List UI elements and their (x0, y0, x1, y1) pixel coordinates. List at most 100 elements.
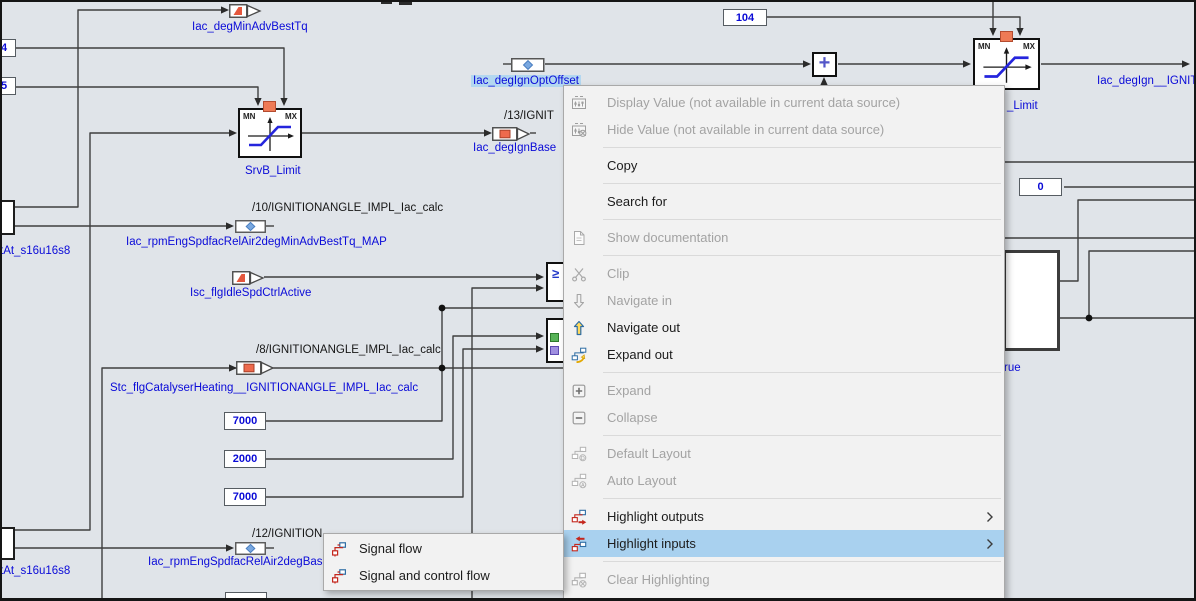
menu-separator (603, 183, 1001, 184)
menu-item-hide-value-not-available-in-current-data-source: Hide Value (not available in current dat… (564, 116, 1004, 143)
switch-true-port-icon (550, 333, 559, 342)
menu-item-highlight-inputs[interactable]: Highlight inputs (564, 530, 1004, 557)
menu-item-navigate-out[interactable]: Navigate out (564, 314, 1004, 341)
map-call-marker-10[interactable] (235, 220, 266, 233)
menu-item-display-value-not-available-in-current-data-source: Display Value (not available in current … (564, 89, 1004, 116)
constant-block[interactable]: 4 (0, 39, 16, 57)
document-icon (571, 230, 589, 246)
menu-item-label: Navigate in (607, 293, 672, 308)
constant-value: 104 (736, 12, 754, 24)
constant-block[interactable]: 0 (1019, 178, 1062, 196)
menu-separator (603, 372, 1001, 373)
menu-item-expand-out[interactable]: Expand out (564, 341, 1004, 368)
constant-block[interactable]: 7000 (224, 412, 266, 430)
expand-icon (571, 383, 589, 399)
menu-item-label: Copy (607, 158, 637, 173)
highlighted-input-port-marker (263, 101, 276, 112)
highlight-inputs-submenu: Signal flowSignal and control flow (323, 533, 564, 591)
limiter-min-label: MN (243, 112, 255, 121)
menu-item-highlight-outputs[interactable]: Highlight outputs (564, 503, 1004, 530)
sequence-call-marker-13[interactable] (492, 127, 530, 141)
menu-separator (603, 435, 1001, 436)
navigate-in-icon (571, 293, 589, 309)
label-true-partial[interactable]: rue (1004, 362, 1021, 374)
label-iac-degign-ignit[interactable]: Iac_degIgn__IGNIT (1097, 75, 1196, 87)
auto-layout-icon: A (571, 473, 589, 489)
menu-item-label: Auto Layout (607, 473, 676, 488)
menu-item-collapse: Collapse (564, 404, 1004, 431)
menu-item-label: Default Layout (607, 446, 691, 461)
highlight-inputs-icon (571, 536, 589, 552)
sequence-call-marker-8[interactable] (236, 361, 274, 375)
label-iac-degignbase[interactable]: Iac_degIgnBase (473, 142, 556, 154)
menu-item-search-for[interactable]: Search for (564, 188, 1004, 215)
label-tat-s16u16s8-bottom[interactable]: tAt_s16u16s8 (0, 565, 70, 577)
signal-source-marker-isc-flgidlespdctrlactive[interactable] (232, 271, 266, 285)
label-stc-flgcatalyserheating[interactable]: Stc_flgCatalyserHeating__IGNITIONANGLE_I… (110, 382, 418, 394)
signal-source-marker-iac-degminadvbesttq[interactable] (229, 4, 263, 18)
svg-text:A: A (581, 482, 585, 488)
greater-equal-icon: ≥ (552, 266, 559, 281)
switch-false-port-icon (550, 346, 559, 355)
label-isc-flgidlespdctrlactive[interactable]: Isc_flgIdleSpdCtrlActive (190, 287, 311, 299)
context-menu: Display Value (not available in current … (563, 85, 1005, 599)
limiter-max-label: MX (285, 112, 297, 121)
menu-separator (603, 498, 1001, 499)
menu-item-label: Expand (607, 383, 651, 398)
label-port-12[interactable]: /12/IGNITION (252, 528, 322, 540)
submenu-chevron-icon (986, 511, 994, 523)
constant-block[interactable]: 2000 (224, 450, 266, 468)
subsystem-block-right[interactable] (1003, 250, 1060, 351)
display-value-icon (571, 95, 589, 111)
limiter-block-srvb[interactable]: MN MX (238, 108, 302, 158)
constant-value: 5 (1, 80, 7, 92)
highlight-outputs-icon (571, 509, 589, 525)
label-iac-rpm-base[interactable]: Iac_rpmEngSpdfacRelAir2degBase (148, 556, 329, 568)
constant-block[interactable]: 104 (723, 9, 767, 26)
expand-out-icon (571, 347, 589, 363)
menu-separator (603, 219, 1001, 220)
label-port-10[interactable]: /10/IGNITIONANGLE_IMPL_Iac_calc (252, 202, 443, 214)
menu-separator (603, 147, 1001, 148)
label-port-13[interactable]: /13/IGNIT (504, 110, 554, 122)
menu-item-label: Navigate out (607, 320, 680, 335)
label-iac-degminadvbesttq[interactable]: Iac_degMinAdvBestTq (192, 21, 308, 33)
constant-block[interactable]: 5 (0, 77, 16, 95)
map-call-marker-12[interactable] (235, 542, 266, 555)
menu-item-label: Show documentation (607, 230, 728, 245)
clear-highlighting-icon (571, 572, 589, 588)
limiter-block-right[interactable]: MN MX (973, 38, 1040, 90)
menu-item-clear-highlighting: Clear Highlighting (564, 566, 1004, 593)
highlighted-input-port-marker (1000, 31, 1013, 42)
constant-block[interactable]: 7000 (224, 488, 266, 506)
constant-value: 2000 (233, 453, 257, 465)
sum-block[interactable]: + (812, 52, 837, 77)
menu-item-label: Search for (607, 194, 667, 209)
navigate-out-icon (571, 320, 589, 336)
subsystem-block-left-bottom[interactable] (0, 527, 15, 560)
label-port-8[interactable]: /8/IGNITIONANGLE_IMPL_Iac_calc (256, 344, 441, 356)
menu-item-label: Hide Value (not available in current dat… (607, 122, 884, 137)
constant-block[interactable] (225, 592, 267, 601)
menu-item-label: Expand out (607, 347, 673, 362)
menu-icon-empty (571, 194, 589, 210)
menu-item-label: Clip (607, 266, 629, 281)
subsystem-block-left-top[interactable] (0, 200, 15, 235)
menu-item-label: Highlight inputs (607, 536, 696, 551)
label-iac-rpm-map[interactable]: Iac_rpmEngSpdfacRelAir2degMinAdvBestTq_M… (126, 236, 387, 248)
menu-item-expand: Expand (564, 377, 1004, 404)
menu-item-copy[interactable]: Copy (564, 152, 1004, 179)
map-call-marker-optoffset[interactable] (511, 58, 545, 72)
menu-item-label: Collapse (607, 410, 658, 425)
label-srvb-limit[interactable]: SrvB_Limit (245, 165, 301, 177)
signal-control-flow-icon (331, 568, 349, 584)
clip-icon (571, 266, 589, 282)
label-tat-s16u16s8-top[interactable]: tAt_s16u16s8 (0, 245, 70, 257)
menu-item-label: Display Value (not available in current … (607, 95, 900, 110)
menu-item-signal-and-control-flow[interactable]: Signal and control flow (324, 562, 563, 589)
label-limit-partial[interactable]: _Limit (1007, 100, 1038, 112)
diagram-canvas[interactable]: MN MX MN MX + ≥ (0, 0, 1196, 601)
menu-item-signal-flow[interactable]: Signal flow (324, 535, 563, 562)
collapse-icon (571, 410, 589, 426)
signal-flow-icon (331, 541, 349, 557)
